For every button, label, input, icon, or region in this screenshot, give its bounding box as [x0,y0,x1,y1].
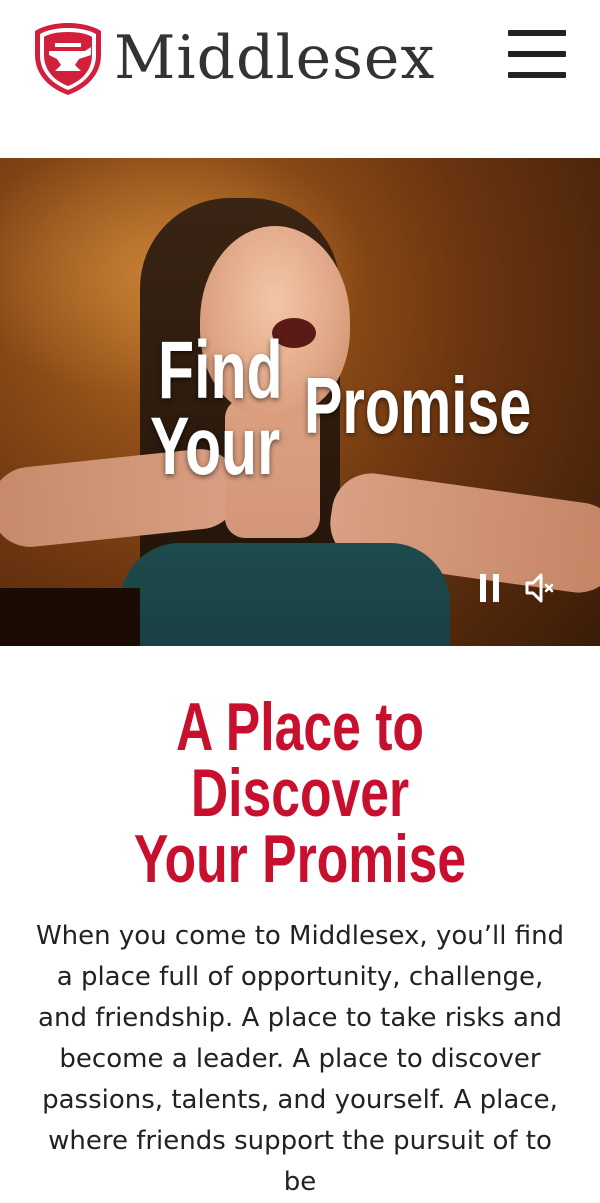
shield-anvil-icon[interactable] [33,21,103,97]
hero-title-your: Your [150,401,281,492]
muted-speaker-icon[interactable] [522,570,558,606]
hero-image-dress [120,543,450,646]
intro-heading-line: A Place to Discover [176,689,424,831]
hamburger-line [508,30,566,36]
hero-title-find: Find [158,325,283,416]
hero-image-shadow [0,588,140,646]
pause-icon[interactable] [472,570,508,606]
menu-button[interactable] [508,30,566,80]
brand-name[interactable]: Middlesex [114,18,435,98]
hamburger-line [508,51,566,57]
hero-video: Find Your Promise [0,158,600,646]
intro-heading: A Place to Discover Your Promise [72,689,528,897]
intro-heading-line: Your Promise [133,821,467,897]
intro-body-text: When you come to Middlesex, you’ll find … [35,921,565,1197]
hero-title-promise: Promise [304,361,532,450]
hamburger-line [508,72,566,78]
site-header: Middlesex [0,0,600,158]
intro-section: A Place to Discover Your Promise When yo… [0,646,600,1203]
